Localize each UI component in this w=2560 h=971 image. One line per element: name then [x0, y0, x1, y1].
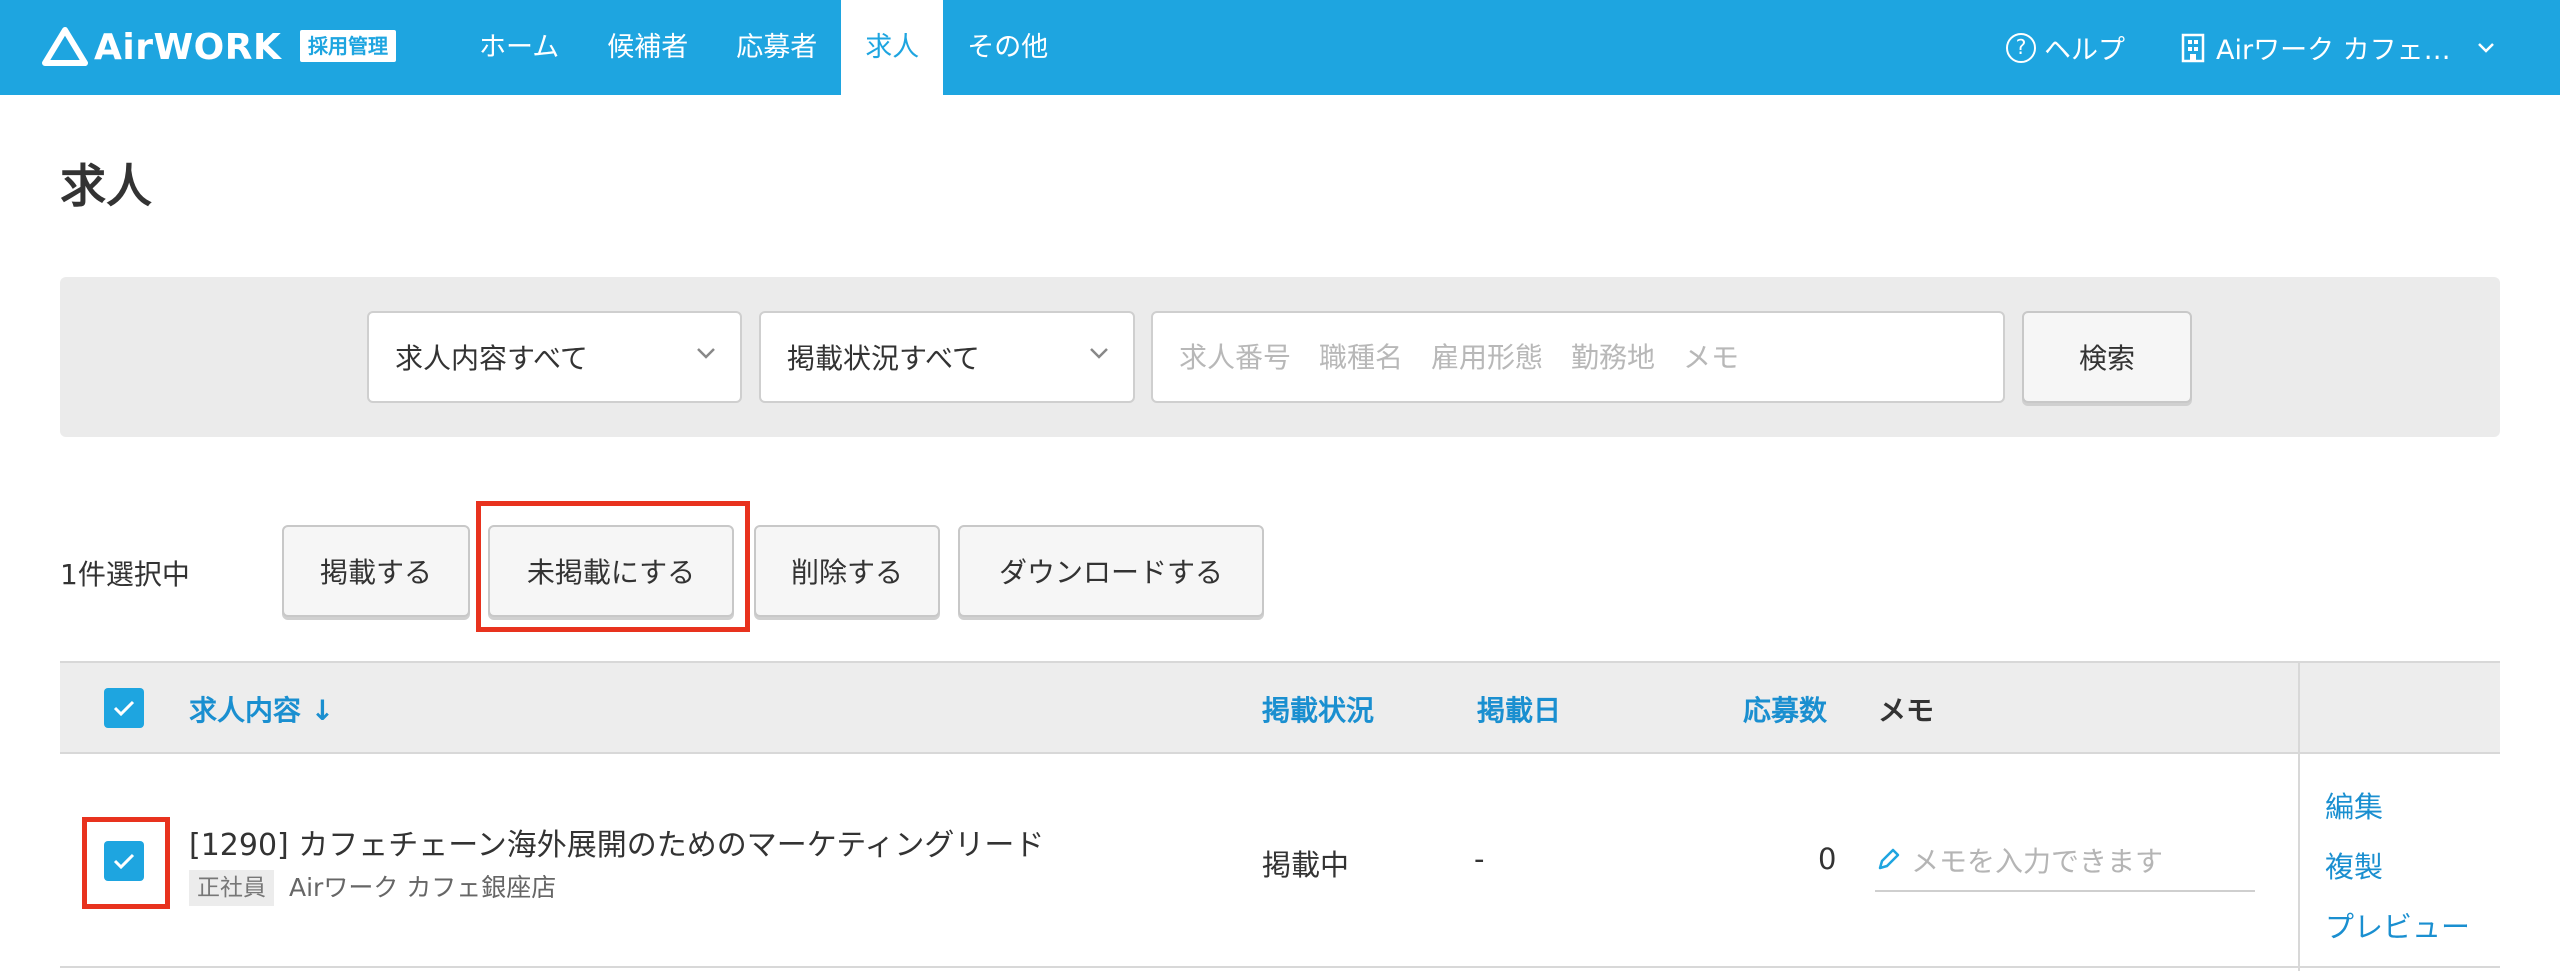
status-filter-select[interactable]: 掲載状況すべて	[759, 311, 1135, 403]
store-label: Airワーク カフェ…	[2216, 35, 2451, 66]
page-title: 求人	[60, 159, 152, 213]
help-label: ヘルプ	[2044, 35, 2125, 66]
memo-placeholder: メモを入力できます	[1911, 845, 2164, 878]
select-all-checkbox[interactable]	[104, 688, 144, 728]
header-applicants[interactable]: 応募数	[1743, 689, 1827, 729]
actions-column-divider	[2298, 661, 2300, 971]
delete-button[interactable]: 削除する	[754, 525, 940, 617]
pencil-icon	[1878, 848, 1900, 870]
main-nav: ホーム 候補者 応募者 求人 その他	[455, 0, 1072, 95]
content-filter-select[interactable]: 求人内容すべて	[367, 311, 742, 403]
job-status: 掲載中	[1262, 848, 1350, 882]
edit-link[interactable]: 編集	[2325, 784, 2383, 826]
airwork-logo[interactable]: AirWORK 採用管理	[42, 26, 396, 68]
chevron-down-icon	[2477, 42, 2494, 53]
header-status[interactable]: 掲載状況	[1262, 689, 1374, 729]
header-date[interactable]: 掲載日	[1477, 689, 1561, 729]
selected-count: 1件選択中	[60, 558, 190, 591]
download-button[interactable]: ダウンロードする	[958, 525, 1264, 617]
status-filter-value: 掲載状況すべて	[787, 342, 980, 375]
memo-field[interactable]: メモを入力できます	[1875, 830, 2255, 892]
check-icon	[113, 700, 135, 717]
highlight-box-unpublish	[476, 501, 750, 632]
logo-badge: 採用管理	[300, 30, 396, 62]
chevron-down-icon	[697, 348, 715, 359]
content-filter-value: 求人内容すべて	[395, 342, 588, 375]
nav-other[interactable]: その他	[943, 0, 1072, 95]
chevron-down-icon	[1090, 348, 1108, 359]
store-switcher[interactable]: Airワーク カフェ…	[2180, 0, 2505, 95]
airwork-logo-icon	[42, 27, 88, 66]
job-applicants: 0	[1818, 842, 1837, 876]
help-icon: ?	[2006, 32, 2036, 63]
search-button[interactable]: 検索	[2022, 311, 2192, 403]
header-memo: メモ	[1878, 694, 1935, 727]
top-header: AirWORK 採用管理 ホーム 候補者 応募者 求人 その他 ? ヘルプ Ai…	[0, 0, 2560, 95]
nav-candidates[interactable]: 候補者	[583, 0, 712, 95]
keyword-search-input[interactable]	[1151, 311, 2005, 403]
job-title: [1290] カフェチェーン海外展開のためのマーケティングリード	[189, 828, 1045, 863]
building-icon	[2181, 33, 2205, 62]
duplicate-link[interactable]: 複製	[2325, 844, 2383, 886]
highlight-box-row-checkbox	[82, 817, 170, 909]
nav-applicants[interactable]: 応募者	[712, 0, 841, 95]
nav-home[interactable]: ホーム	[455, 0, 583, 95]
preview-link[interactable]: プレビュー	[2325, 904, 2470, 946]
logo-text: AirWORK	[94, 26, 282, 68]
job-date: -	[1474, 842, 1485, 876]
employment-type-badge: 正社員	[189, 870, 274, 906]
help-link[interactable]: ? ヘルプ	[2006, 0, 2125, 95]
nav-jobs[interactable]: 求人	[841, 0, 944, 95]
header-content[interactable]: 求人内容 ↓	[189, 689, 334, 729]
row-divider	[60, 966, 2500, 968]
job-store: Airワーク カフェ銀座店	[289, 873, 557, 902]
publish-button[interactable]: 掲載する	[282, 525, 470, 617]
